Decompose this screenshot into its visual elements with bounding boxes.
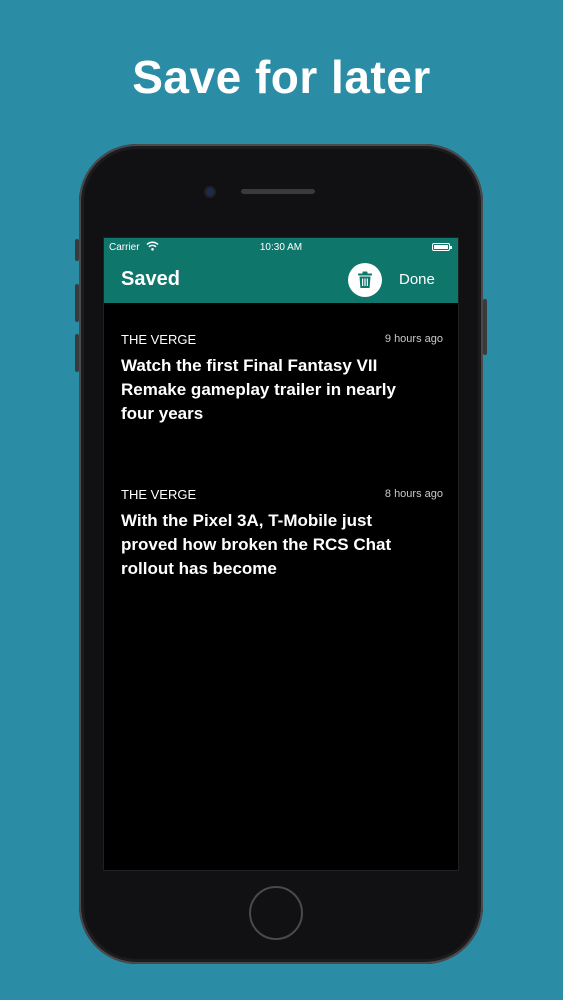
delete-all-button[interactable] bbox=[348, 263, 382, 297]
earpiece-speaker bbox=[241, 189, 315, 194]
done-button[interactable]: Done bbox=[399, 271, 435, 288]
home-button[interactable] bbox=[249, 886, 303, 940]
app-screen: Carrier 10:30 AM Saved Done THE VERGE 9 … bbox=[103, 237, 459, 871]
article-source: THE VERGE bbox=[121, 332, 197, 347]
page-title: Saved bbox=[121, 268, 180, 290]
volume-down-button bbox=[75, 334, 79, 372]
volume-up-button bbox=[75, 284, 79, 322]
article-time: 8 hours ago bbox=[384, 488, 443, 500]
article-source: THE VERGE bbox=[121, 487, 197, 502]
status-bar: Carrier 10:30 AM bbox=[104, 238, 458, 258]
nav-bar: Saved Done bbox=[104, 258, 458, 303]
article-headline: Watch the first Final Fantasy VII Remake… bbox=[121, 356, 396, 423]
status-time: 10:30 AM bbox=[259, 242, 303, 253]
battery-icon bbox=[432, 243, 452, 251]
power-button bbox=[483, 299, 487, 355]
promo-title: Save for later bbox=[132, 51, 431, 103]
article-time: 9 hours ago bbox=[384, 333, 443, 345]
list-item[interactable]: THE VERGE 8 hours ago With the Pixel 3A,… bbox=[121, 487, 443, 597]
mute-switch bbox=[75, 239, 79, 261]
list-item[interactable]: THE VERGE 9 hours ago Watch the first Fi… bbox=[121, 332, 443, 442]
front-camera bbox=[206, 188, 214, 196]
article-headline: With the Pixel 3A, T-Mobile just proved … bbox=[121, 511, 392, 578]
